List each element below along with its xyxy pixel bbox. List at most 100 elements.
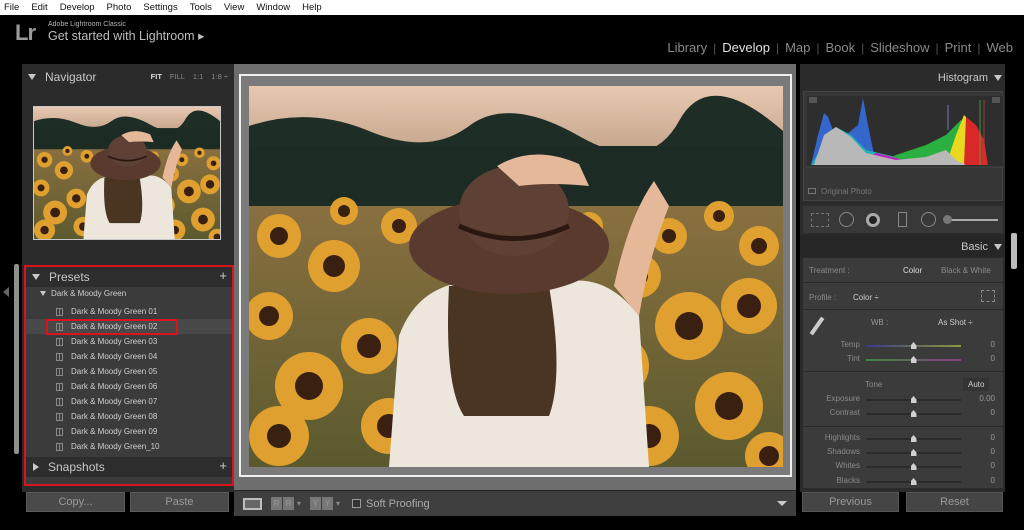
dropdown-arrow-icon[interactable]: ▾ [336,499,340,508]
slider-value-temp[interactable]: 0 [991,340,995,349]
zoom-fit[interactable]: FIT [151,72,162,81]
profile-select[interactable]: Color ÷ [853,293,879,302]
toolbar-menu-icon[interactable] [777,501,787,506]
add-snapshot-icon[interactable]: + [219,458,227,473]
preset-item[interactable]: Dark & Moody Green 08 [26,409,232,424]
before-after-tb-button[interactable]: YY [310,497,334,510]
before-after-lr-button[interactable]: RR [271,497,294,510]
navigator-preview[interactable] [33,106,221,240]
basic-header-title[interactable]: Basic [961,241,1002,253]
presets-header[interactable]: Presets + [26,267,232,287]
preset-label: Dark & Moody Green 01 [71,307,158,316]
slider-value-shadows[interactable]: 0 [991,447,995,456]
slider-value-blacks[interactable]: 0 [991,476,995,485]
menu-file[interactable]: File [4,2,19,13]
module-develop[interactable]: Develop [716,40,776,55]
module-book[interactable]: Book [819,40,861,55]
menu-edit[interactable]: Edit [31,2,47,13]
menu-view[interactable]: View [224,2,244,13]
module-slideshow[interactable]: Slideshow [864,40,935,55]
navigator-zoom-options: FIT FILL 1:1 1:8 ÷ [151,72,228,81]
reset-button[interactable]: Reset [906,492,1003,512]
tool-strip [803,206,1003,233]
slider-value-contrast[interactable]: 0 [991,408,995,417]
treatment-bw-option[interactable]: Black & White [941,266,991,275]
radial-filter-icon[interactable] [921,212,936,227]
lightroom-logo: Lr [15,20,36,45]
slider-value-highlights[interactable]: 0 [991,433,995,442]
slider-value-exposure[interactable]: 0.00 [979,394,995,403]
soft-proofing-checkbox[interactable] [352,499,362,508]
right-panel-scrollbar[interactable] [1011,233,1017,269]
menu-settings[interactable]: Settings [143,2,177,13]
histogram-header[interactable]: Histogram [938,72,1002,84]
slider-label-temp: Temp [840,340,860,349]
module-map[interactable]: Map [779,40,816,55]
slider-temp[interactable] [866,342,961,349]
slider-whites[interactable] [866,463,961,470]
shadow-clipping-icon [809,97,817,103]
profile-browser-icon[interactable] [981,290,995,302]
histogram-graph[interactable] [806,95,1004,170]
snapshots-header[interactable]: Snapshots + [26,457,232,477]
slider-contrast[interactable] [866,410,961,417]
basic-title: Basic [961,241,988,253]
slider-shadows[interactable] [866,449,961,456]
treatment-row: Treatment : Color Black & White [803,257,1003,282]
menu-develop[interactable]: Develop [60,2,95,13]
preset-label: Dark & Moody Green 09 [71,427,158,436]
preset-item[interactable]: Dark & Moody Green 04 [26,349,232,364]
menu-window[interactable]: Window [256,2,290,13]
main-photo[interactable] [249,86,783,467]
module-web[interactable]: Web [981,40,1020,55]
preset-item[interactable]: Dark & Moody Green 06 [26,379,232,394]
profile-label: Profile : [809,293,837,302]
zoom-fill[interactable]: FILL [170,72,185,81]
loupe-view-icon[interactable] [243,497,262,510]
preset-item[interactable]: Dark & Moody Green 09 [26,424,232,439]
preset-item[interactable]: Dark & Moody Green 01 [26,304,232,319]
get-started-link[interactable]: Get started with Lightroom ▸ [48,28,204,43]
menu-tools[interactable]: Tools [190,2,212,13]
preset-item[interactable]: Dark & Moody Green 05 [26,364,232,379]
navigator-header[interactable]: Navigator FIT FILL 1:1 1:8 ÷ [22,66,234,88]
graduated-filter-icon[interactable] [898,212,907,227]
wb-select[interactable]: As Shot ÷ [938,318,973,327]
crop-tool-icon[interactable] [811,212,829,227]
menu-bar: File Edit Develop Photo Settings Tools V… [0,0,1024,15]
menu-photo[interactable]: Photo [107,2,132,13]
slider-tint[interactable] [866,356,961,363]
zoom-1-1[interactable]: 1:1 [193,72,203,81]
preset-group[interactable]: Dark & Moody Green [36,289,126,298]
collapse-left-panel-icon[interactable] [3,287,9,297]
slider-value-tint[interactable]: 0 [991,354,995,363]
slider-blacks[interactable] [866,478,961,485]
preset-icon [56,337,63,346]
white-balance-section: WB : As Shot ÷ [803,309,1003,371]
preset-item[interactable]: Dark & Moody Green 03 [26,334,232,349]
adjustment-brush-icon[interactable] [943,214,998,224]
left-panel-scrollbar[interactable] [14,264,19,454]
preset-item[interactable]: Dark & Moody Green 07 [26,394,232,409]
presets-title: Presets [49,270,90,284]
red-eye-icon[interactable] [866,212,880,227]
paste-button[interactable]: Paste [130,492,229,512]
module-print[interactable]: Print [939,40,978,55]
preset-label: Dark & Moody Green 04 [71,352,158,361]
slider-highlights[interactable] [866,435,961,442]
spot-removal-icon[interactable] [839,212,854,227]
slider-exposure[interactable] [866,396,961,403]
add-preset-icon[interactable]: + [219,268,227,283]
wb-eyedropper-icon[interactable] [809,316,825,336]
preset-item[interactable]: Dark & Moody Green_10 [26,439,232,454]
previous-button[interactable]: Previous [802,492,899,512]
menu-help[interactable]: Help [302,2,322,13]
expand-triangle-icon [33,463,39,471]
dropdown-arrow-icon[interactable]: ▾ [297,499,301,508]
slider-value-whites[interactable]: 0 [991,461,995,470]
zoom-ratio-select[interactable]: 1:8 ÷ [211,72,228,81]
treatment-color-option[interactable]: Color [903,266,922,275]
copy-button[interactable]: Copy... [26,492,125,512]
module-library[interactable]: Library [661,40,713,55]
auto-tone-button[interactable]: Auto [963,378,990,391]
